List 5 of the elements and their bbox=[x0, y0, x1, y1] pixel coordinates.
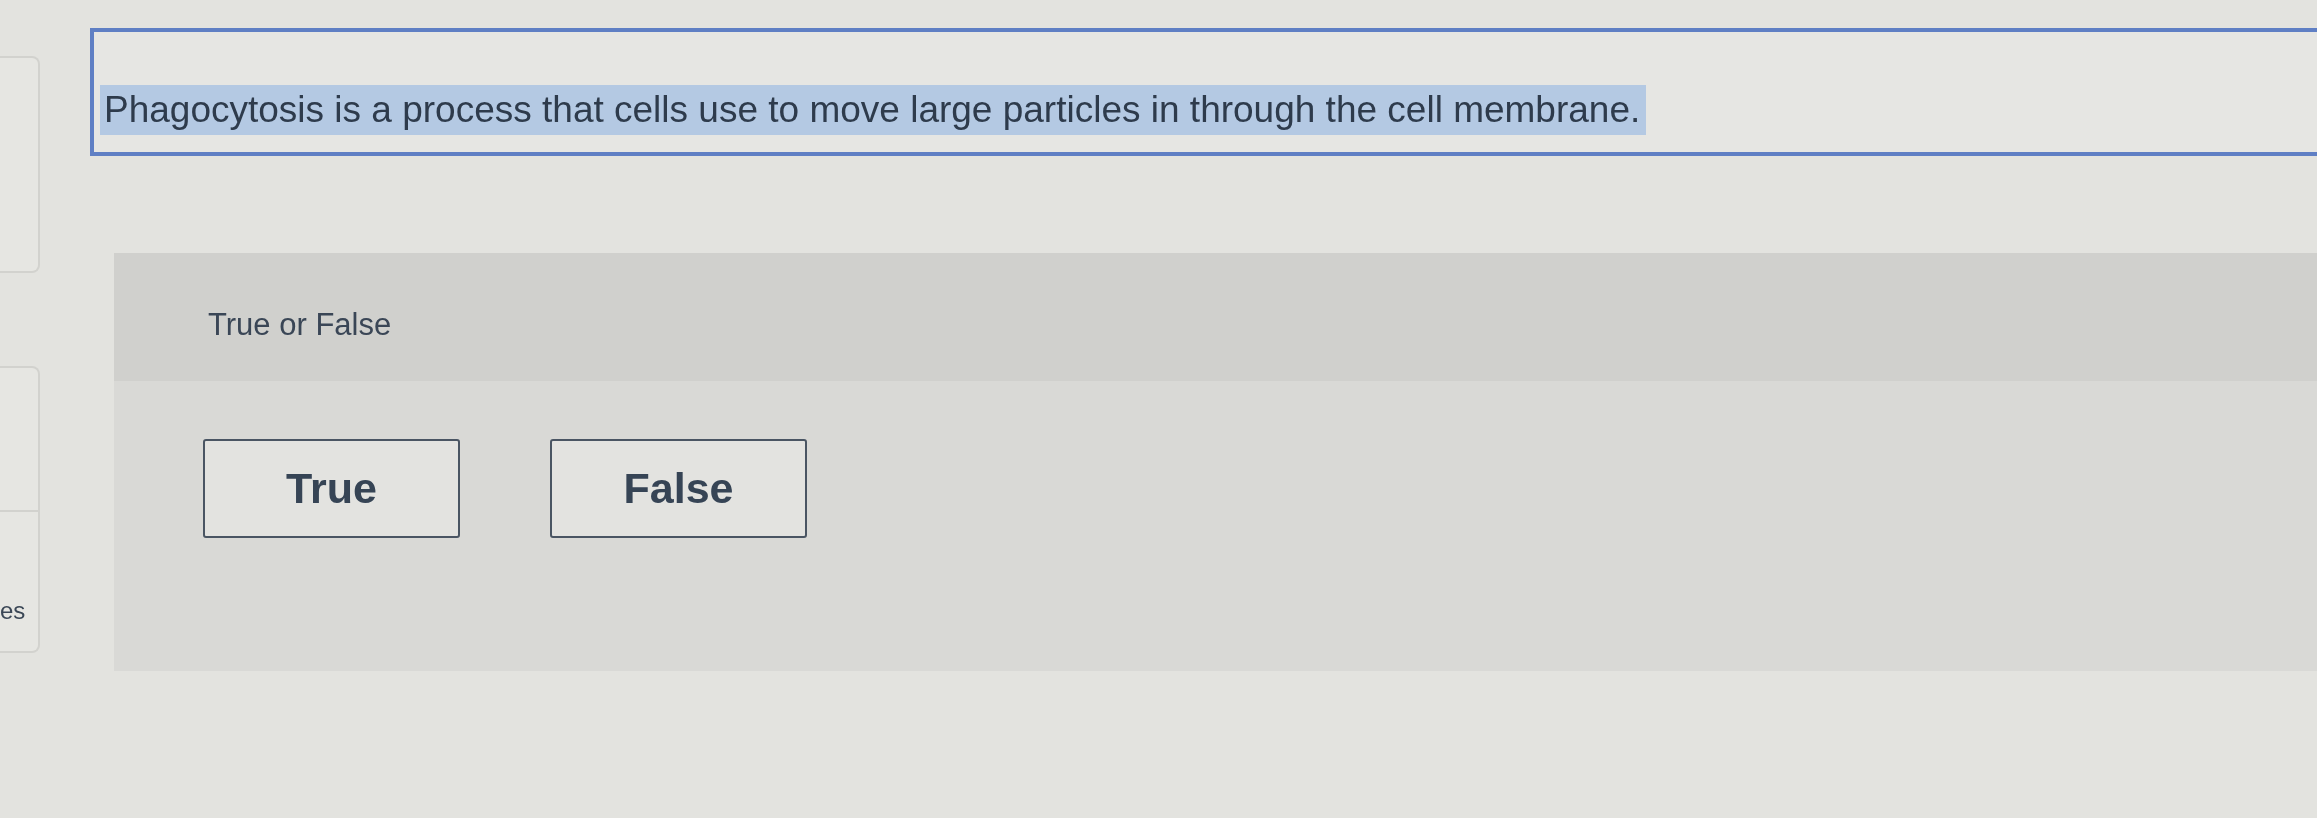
answer-option-button[interactable]: True bbox=[203, 439, 460, 538]
question-prompt: Phagocytosis is a process that cells use to move large particles in through the cell membrane. bbox=[100, 85, 1647, 135]
answer-option-button[interactable]: False bbox=[550, 439, 807, 538]
sidebar-label: es bbox=[0, 598, 26, 624]
question-type-label: True or False bbox=[208, 306, 392, 344]
